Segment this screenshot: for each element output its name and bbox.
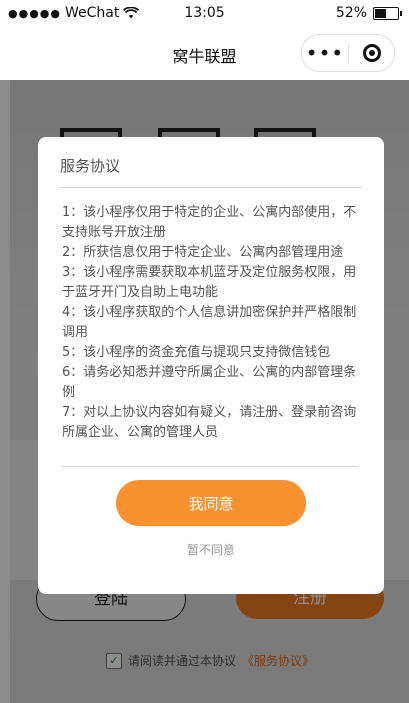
battery-fill xyxy=(375,8,386,18)
term-item: 1：该小程序仅用于特定的企业、公寓内部使用，不支持账号开放注册 xyxy=(62,205,357,240)
term-item: 7：对以上协议内容如有疑义，请注册、登录前咨询所属企业、公寓的管理人员 xyxy=(62,405,357,440)
nav-bar: 窝牛联盟 ••• xyxy=(0,28,409,80)
dialog-title: 服务协议 xyxy=(60,157,121,175)
more-icon[interactable]: ••• xyxy=(302,43,348,63)
battery-percent: 52% xyxy=(335,5,367,21)
battery-icon xyxy=(373,6,402,20)
term-item: 5：该小程序的资金充值与提现只支持微信钱包 xyxy=(62,345,331,360)
mini-program-capsule: ••• xyxy=(301,34,395,72)
term-item: 2：所获信息仅用于特定企业、公寓内部管理用途 xyxy=(62,245,344,260)
status-right: 52% xyxy=(335,5,402,21)
target-icon xyxy=(362,44,381,62)
service-agreement-dialog: 服务协议 1：该小程序仅用于特定的企业、公寓内部使用，不支持账号开放注册 2：所… xyxy=(38,137,384,594)
close-capsule-button[interactable] xyxy=(349,44,394,62)
content-divider xyxy=(62,466,358,467)
term-item: 6：请务必知悉并遵守所属企业、公寓的内部管理条例 xyxy=(62,365,357,400)
terms-list: 1：该小程序仅用于特定的企业、公寓内部使用，不支持账号开放注册 2：所获信息仅用… xyxy=(62,203,358,443)
disagree-button[interactable]: 暂不同意 xyxy=(38,541,384,558)
term-item: 3：该小程序需要获取本机蓝牙及定位服务权限，用于蓝牙开门及自助上电功能 xyxy=(62,265,357,300)
term-item: 4：该小程序获取的个人信息讲加密保护并严格限制调用 xyxy=(62,305,357,340)
status-bar: ●●●●● WeChat 13:05 52% xyxy=(0,0,409,28)
title-divider xyxy=(60,187,362,188)
agree-button[interactable]: 我同意 xyxy=(116,480,306,526)
